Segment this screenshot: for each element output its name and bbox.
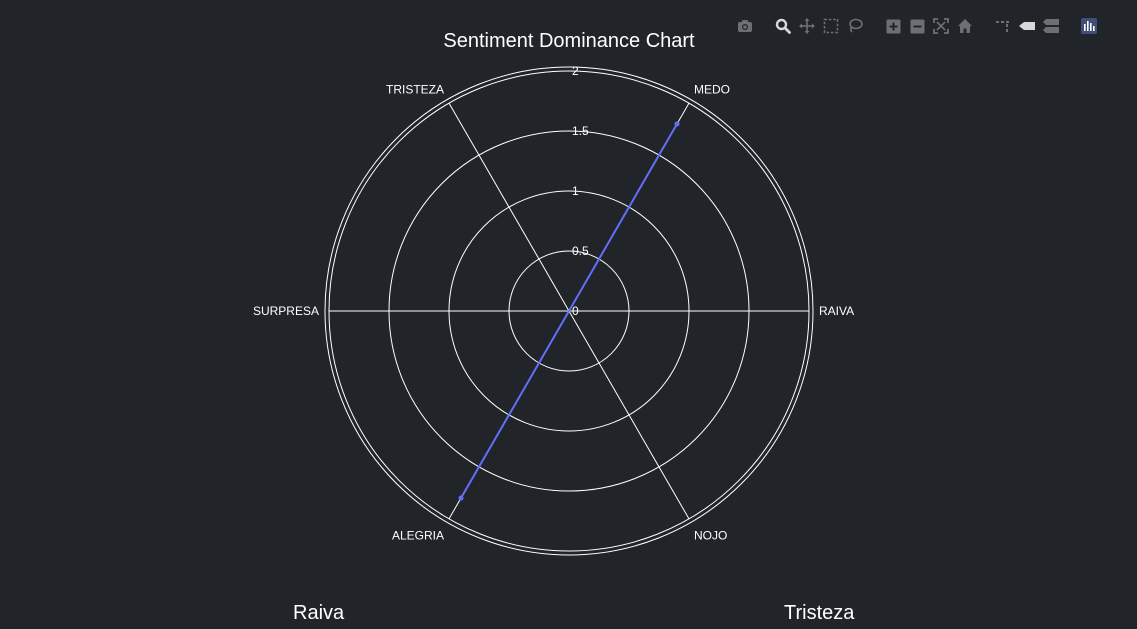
- angular-tick-label: RAIVA: [819, 304, 854, 318]
- hover-compare-icon[interactable]: [1039, 16, 1063, 36]
- chart-title: Sentiment Dominance Chart: [443, 30, 695, 52]
- modebar-group-drag: [771, 16, 867, 36]
- modebar-group-logo: [1077, 16, 1101, 36]
- angular-gridline: [448, 102, 570, 312]
- angular-axis-labels: RAIVA MEDO TRISTEZA SURPRESA ALEGRIA NOJO: [253, 82, 854, 542]
- zoom-out-icon[interactable]: [905, 16, 929, 36]
- angular-tick-label: SURPRESA: [253, 304, 319, 318]
- radial-tick-label: 0.5: [572, 244, 589, 258]
- angular-tick-label: ALEGRIA: [392, 529, 444, 543]
- bottom-label-tristeza: Tristeza: [784, 602, 855, 624]
- radial-tick-label: 1: [572, 184, 579, 198]
- series-point[interactable]: [458, 495, 464, 501]
- angular-tick-label: NOJO: [694, 529, 727, 543]
- modebar-group-export: [733, 16, 757, 36]
- reset-axes-icon[interactable]: [953, 16, 977, 36]
- radial-tick-label: 2: [572, 64, 579, 78]
- polar-chart: Sentiment Dominance Chart RAIVA MEDO TRIST…: [253, 30, 854, 556]
- modebar-group-view: [881, 16, 977, 36]
- spike-lines-icon[interactable]: [991, 16, 1015, 36]
- radial-tick-label: 0: [572, 304, 579, 318]
- bottom-label-raiva: Raiva: [293, 602, 345, 624]
- zoom-in-icon[interactable]: [881, 16, 905, 36]
- camera-icon[interactable]: [733, 16, 757, 36]
- plotly-logo-icon[interactable]: [1077, 16, 1101, 36]
- box-select-icon[interactable]: [819, 16, 843, 36]
- autoscale-icon[interactable]: [929, 16, 953, 36]
- modebar: [719, 16, 1101, 36]
- series-point[interactable]: [674, 121, 680, 127]
- hover-closest-icon[interactable]: [1015, 16, 1039, 36]
- angular-gridline: [568, 310, 690, 520]
- radial-tick-label: 1.5: [572, 124, 589, 138]
- lasso-select-icon[interactable]: [843, 16, 867, 36]
- angular-tick-label: TRISTEZA: [386, 82, 444, 96]
- zoom-icon[interactable]: [771, 16, 795, 36]
- angular-tick-label: MEDO: [694, 82, 730, 96]
- modebar-group-hover: [991, 16, 1063, 36]
- pan-icon[interactable]: [795, 16, 819, 36]
